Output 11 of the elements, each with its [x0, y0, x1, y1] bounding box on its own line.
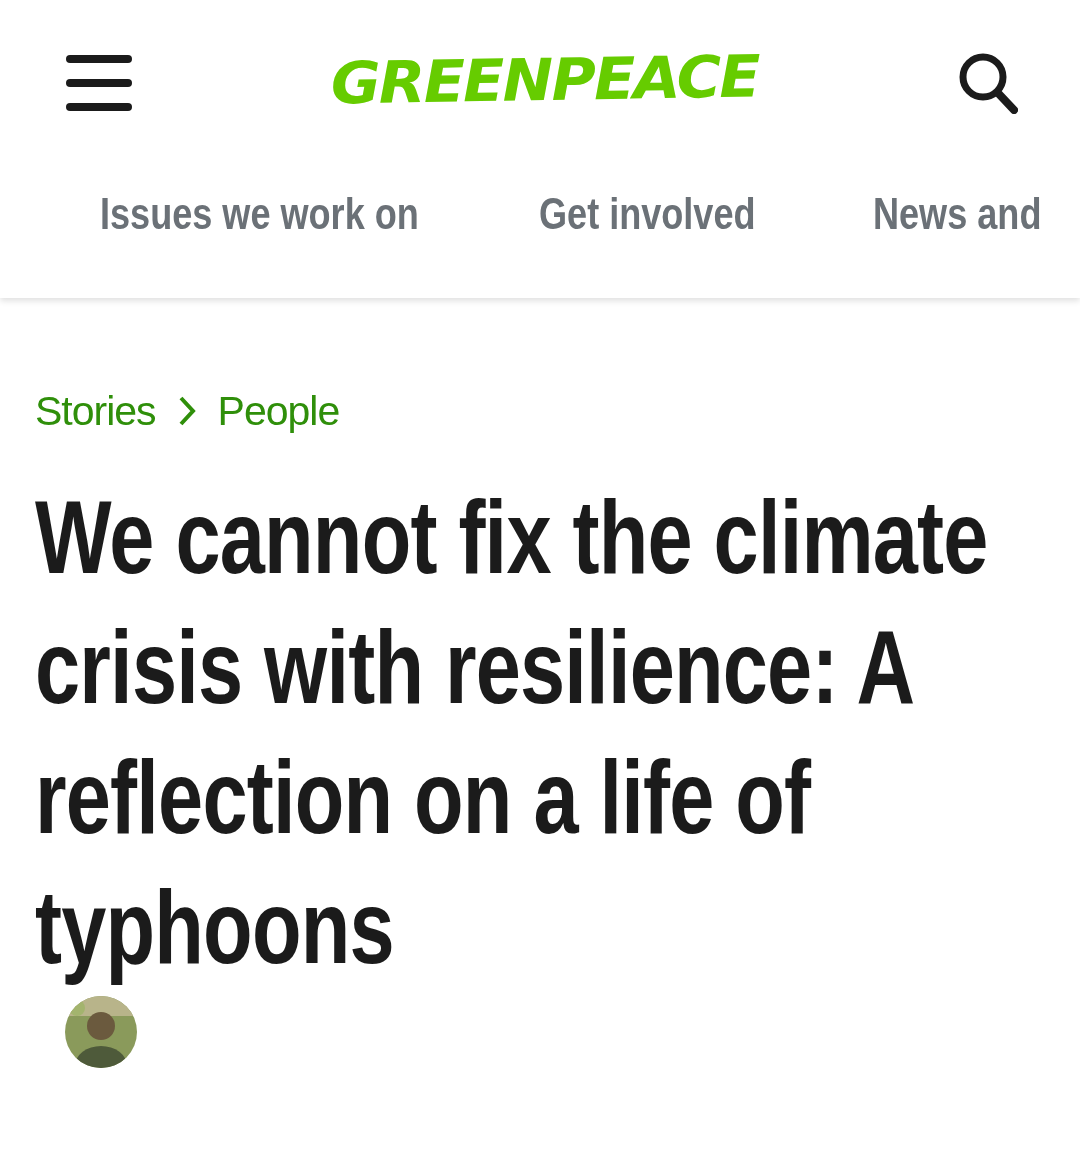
- article-title: We cannot fix the climate crisis with resilience: A reflection on a life of typhoons: [35, 478, 989, 987]
- search-button[interactable]: [958, 51, 1018, 114]
- nav-link[interactable]: Issues we work on: [100, 188, 419, 239]
- nav-link[interactable]: Get involved: [538, 188, 756, 239]
- breadcrumb-link[interactable]: People: [217, 387, 340, 435]
- menu-icon: [66, 54, 132, 111]
- search-icon: [958, 51, 1018, 114]
- breadcrumb-link[interactable]: Stories: [35, 387, 156, 435]
- menu-button[interactable]: [66, 54, 132, 111]
- nav-link[interactable]: News and: [872, 188, 1042, 239]
- chevron-right-icon: [177, 395, 196, 427]
